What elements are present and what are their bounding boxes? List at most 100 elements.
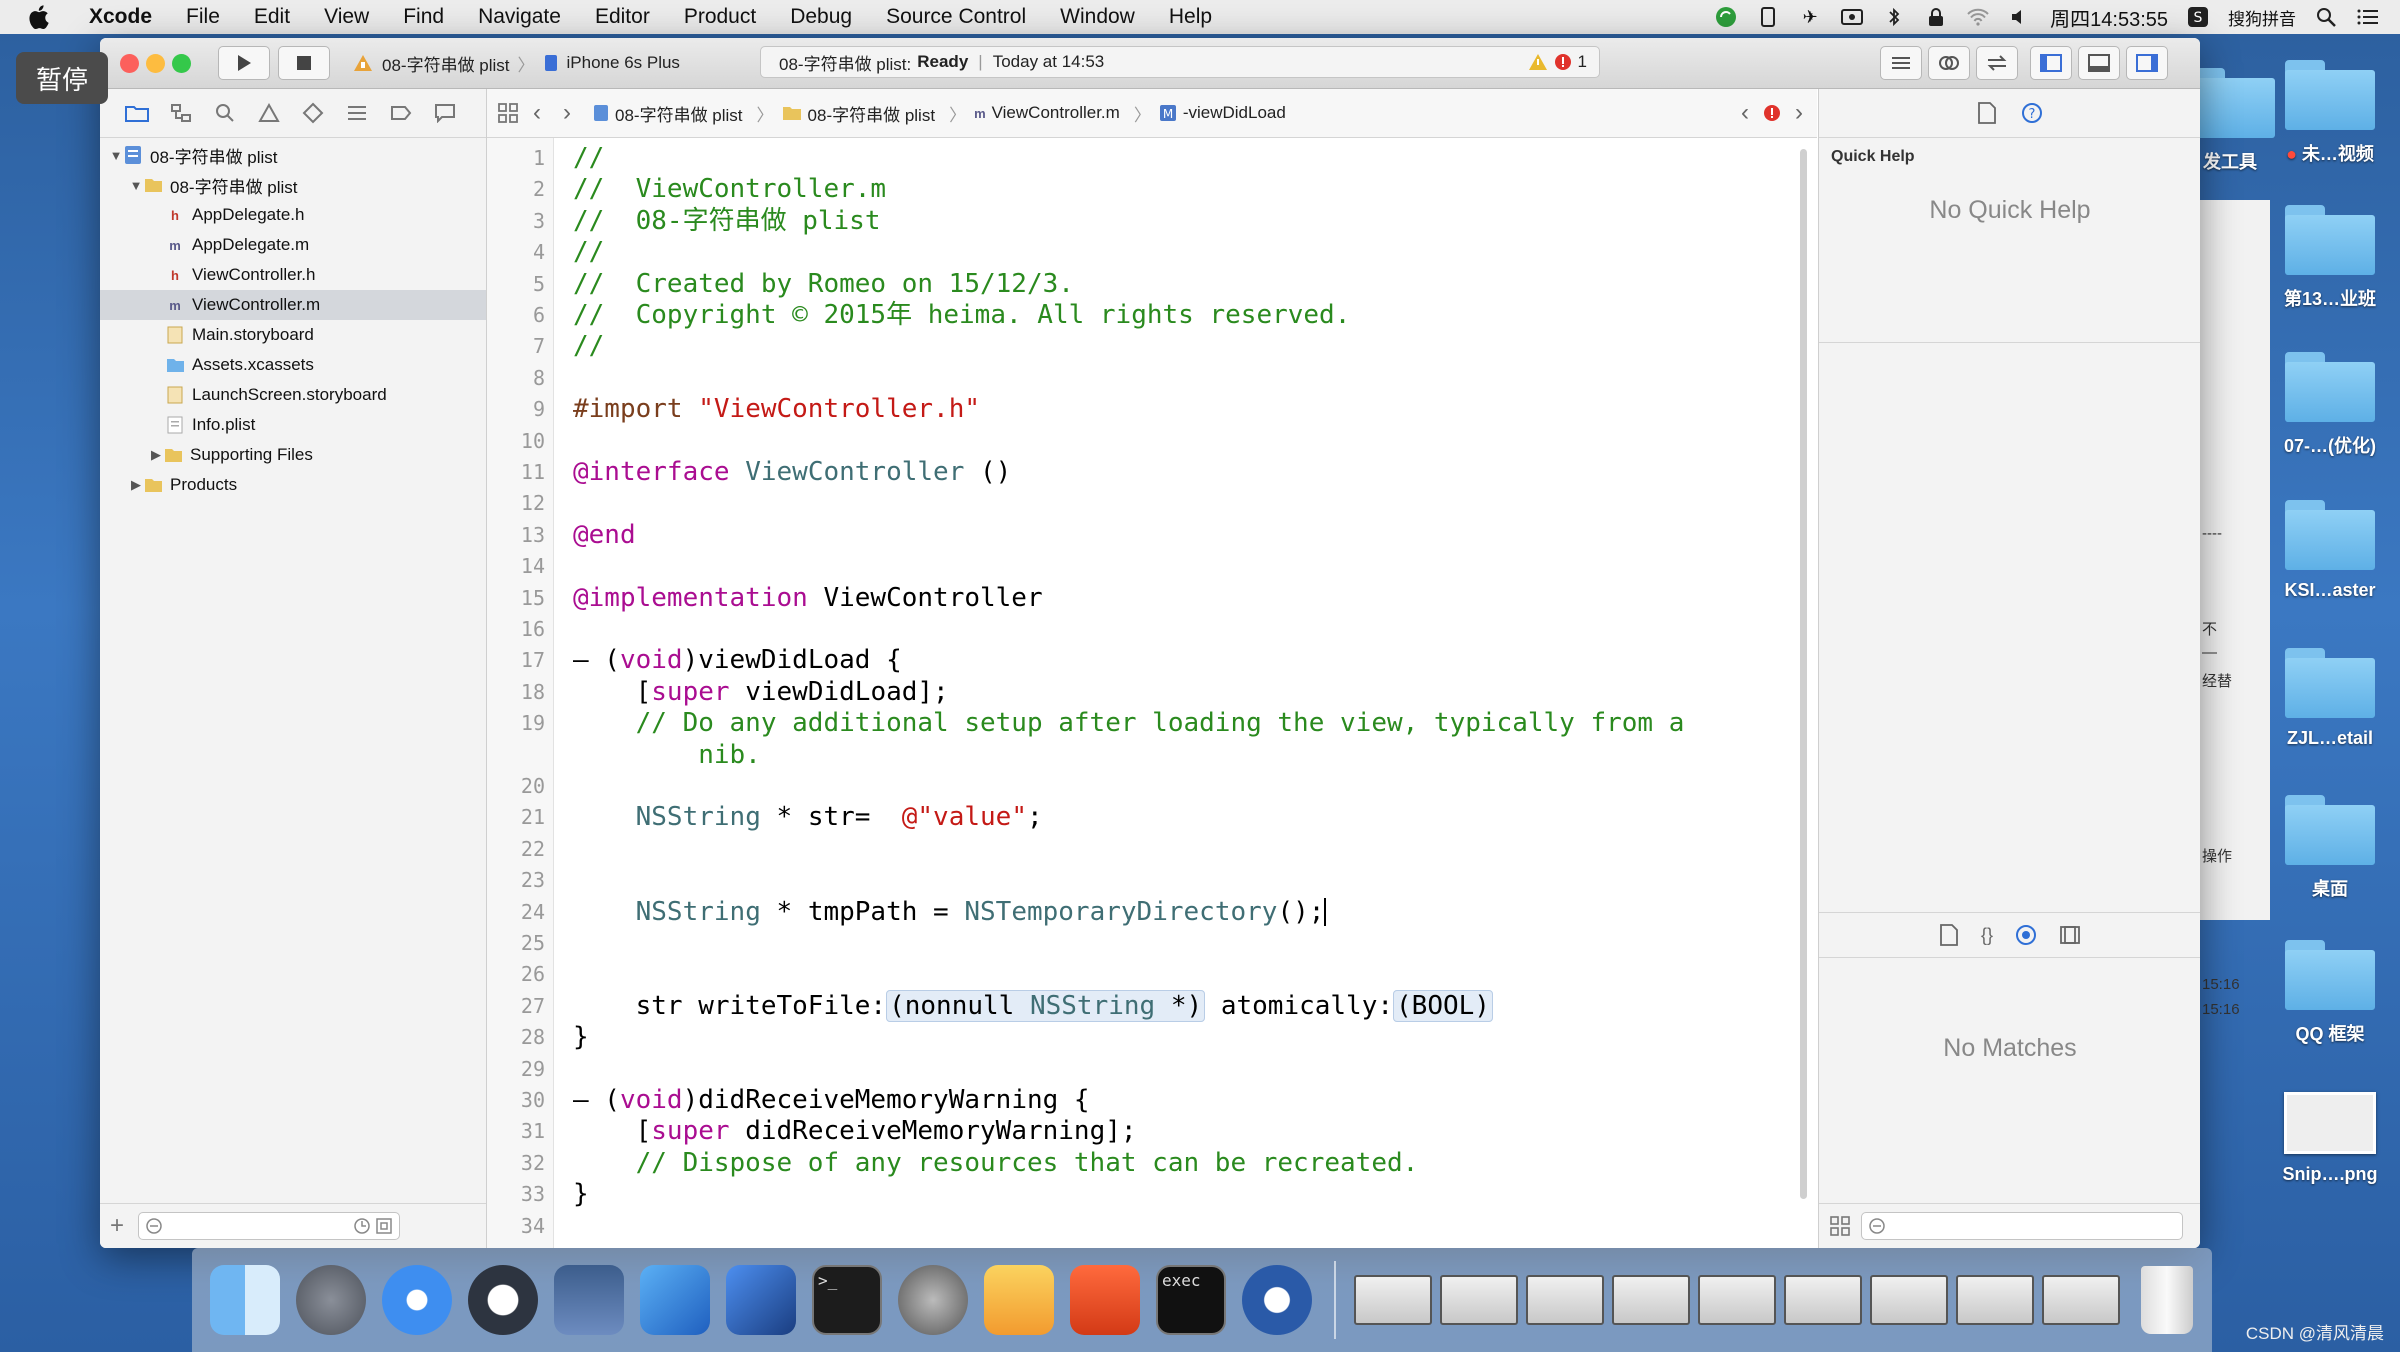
dock-item[interactable]: [460, 1257, 546, 1343]
desktop-folder[interactable]: KSI…aster: [2270, 500, 2390, 601]
assistant-editor-button[interactable]: [1928, 46, 1970, 80]
menu-source-control[interactable]: Source Control: [869, 5, 1043, 29]
notification-center-icon[interactable]: [2356, 6, 2380, 28]
minimized-window-thumbnail[interactable]: [1522, 1257, 1608, 1343]
disclosure-open-icon[interactable]: ▼: [128, 178, 144, 193]
forward-arrow-icon[interactable]: ›: [563, 99, 571, 127]
object-library-icon[interactable]: [2015, 924, 2037, 946]
tree-row-file[interactable]: h AppDelegate.h: [100, 200, 486, 230]
tree-row-group[interactable]: ▶ Products: [100, 470, 486, 500]
code-line[interactable]: // Dispose of any resources that can be …: [573, 1148, 1419, 1179]
code-line[interactable]: // Copyright © 2015年 heima. All rights r…: [573, 300, 1350, 331]
dock-item[interactable]: [632, 1257, 718, 1343]
jump-bar-crumb[interactable]: m ViewController.m: [974, 103, 1120, 123]
standard-editor-button[interactable]: [1880, 46, 1922, 80]
menu-find[interactable]: Find: [386, 5, 461, 29]
dock-item[interactable]: >_: [804, 1257, 890, 1343]
disclosure-closed-icon[interactable]: ▶: [128, 477, 144, 493]
symbol-navigator-tab[interactable]: [168, 101, 194, 125]
recent-files-icon[interactable]: [353, 1217, 371, 1235]
toggle-navigator-button[interactable]: [2030, 46, 2072, 80]
code-line[interactable]: //: [573, 143, 604, 174]
code-line[interactable]: @end: [573, 520, 636, 551]
menu-debug[interactable]: Debug: [773, 5, 869, 29]
zoom-window-button[interactable]: [172, 54, 191, 73]
tree-row-group[interactable]: ▶ Supporting Files: [100, 440, 486, 470]
file-inspector-icon[interactable]: [1977, 102, 1997, 124]
phone-icon[interactable]: [1756, 6, 1780, 28]
next-issue-icon[interactable]: ›: [1795, 99, 1803, 127]
code-snippet-library-icon[interactable]: {}: [1981, 925, 1993, 946]
tree-row-file-selected[interactable]: m ViewController.m: [100, 290, 486, 320]
dock-item[interactable]: [546, 1257, 632, 1343]
dock-item[interactable]: [1062, 1257, 1148, 1343]
library-filter-field[interactable]: [1861, 1212, 2183, 1240]
input-method-icon[interactable]: S: [2186, 6, 2210, 28]
minimized-window-thumbnail[interactable]: [1436, 1257, 1522, 1343]
code-line[interactable]: // 08-字符串做 plist: [573, 206, 881, 237]
report-navigator-tab[interactable]: [432, 101, 458, 125]
menu-editor[interactable]: Editor: [578, 5, 667, 29]
find-navigator-tab[interactable]: [212, 101, 238, 125]
back-arrow-icon[interactable]: ‹: [533, 99, 541, 127]
test-navigator-tab[interactable]: [300, 101, 326, 125]
stop-button[interactable]: [278, 46, 330, 80]
add-file-button[interactable]: +: [110, 1212, 124, 1240]
minimized-window-thumbnail[interactable]: [1350, 1257, 1436, 1343]
tree-row-file[interactable]: Info.plist: [100, 410, 486, 440]
wifi-icon[interactable]: [1966, 6, 1990, 28]
toggle-utilities-button[interactable]: [2126, 46, 2168, 80]
code-line[interactable]: }: [573, 1022, 589, 1053]
disclosure-open-icon[interactable]: ▼: [108, 148, 124, 163]
dock-item[interactable]: [2124, 1257, 2210, 1343]
project-navigator-tab[interactable]: [124, 101, 150, 125]
menu-view[interactable]: View: [307, 5, 386, 29]
tree-row-file[interactable]: m AppDelegate.m: [100, 230, 486, 260]
minimized-window-thumbnail[interactable]: [1952, 1257, 2038, 1343]
dock-item[interactable]: [1234, 1257, 1320, 1343]
tree-row-file[interactable]: h ViewController.h: [100, 260, 486, 290]
code-line[interactable]: // Created by Romeo on 15/12/3.: [573, 269, 1074, 300]
dock-item[interactable]: [288, 1257, 374, 1343]
run-button[interactable]: [218, 46, 270, 80]
input-method-label[interactable]: 搜狗拼音: [2228, 5, 2296, 30]
related-items-icon[interactable]: [497, 102, 519, 124]
disclosure-closed-icon[interactable]: ▶: [148, 447, 164, 463]
code-line[interactable]: #import "ViewController.h": [573, 394, 980, 425]
error-icon[interactable]: [1763, 104, 1781, 122]
desktop-folder[interactable]: ZJL…etail: [2270, 648, 2390, 749]
volume-icon[interactable]: [2008, 6, 2032, 28]
dock-item[interactable]: exec: [1148, 1257, 1234, 1343]
code-line[interactable]: //: [573, 331, 604, 362]
minimized-window-thumbnail[interactable]: [1780, 1257, 1866, 1343]
menu-file[interactable]: File: [169, 5, 237, 29]
toggle-debug-area-button[interactable]: [2078, 46, 2120, 80]
spotlight-search-icon[interactable]: [2314, 6, 2338, 28]
menu-edit[interactable]: Edit: [237, 5, 307, 29]
scheme-selector[interactable]: 08-字符串做 plist 〉 iPhone 6s Plus: [352, 48, 680, 78]
lock-icon[interactable]: [1924, 6, 1948, 28]
menu-clock[interactable]: 周四14:53:55: [2050, 3, 2168, 32]
airplane-icon[interactable]: ✈: [1798, 6, 1822, 28]
issue-navigator-tab[interactable]: [256, 101, 282, 125]
code-line[interactable]: @interface ViewController (): [573, 457, 1011, 488]
dock-item[interactable]: [202, 1257, 288, 1343]
grid-view-icon[interactable]: [1829, 1215, 1851, 1237]
minimized-window-thumbnail[interactable]: [1694, 1257, 1780, 1343]
media-library-icon[interactable]: [2059, 925, 2081, 945]
breakpoint-navigator-tab[interactable]: [388, 101, 414, 125]
code-line[interactable]: //: [573, 237, 604, 268]
jump-bar-crumb[interactable]: 08-字符串做 plist: [782, 101, 935, 126]
tree-row-group[interactable]: ▼ 08-字符串做 plist: [100, 170, 486, 200]
code-line[interactable]: }: [573, 1179, 589, 1210]
screen-record-icon[interactable]: [1840, 6, 1864, 28]
code-line[interactable]: nib.: [573, 740, 761, 771]
tree-row-file[interactable]: Main.storyboard: [100, 320, 486, 350]
dock-item[interactable]: [718, 1257, 804, 1343]
minimized-window-thumbnail[interactable]: [1608, 1257, 1694, 1343]
jump-bar-crumb[interactable]: M -viewDidLoad: [1159, 103, 1286, 123]
apple-icon[interactable]: [26, 3, 54, 31]
menu-navigate[interactable]: Navigate: [461, 5, 578, 29]
menu-app-name[interactable]: Xcode: [72, 5, 169, 29]
code-line[interactable]: NSString * str= @"value";: [573, 802, 1043, 833]
